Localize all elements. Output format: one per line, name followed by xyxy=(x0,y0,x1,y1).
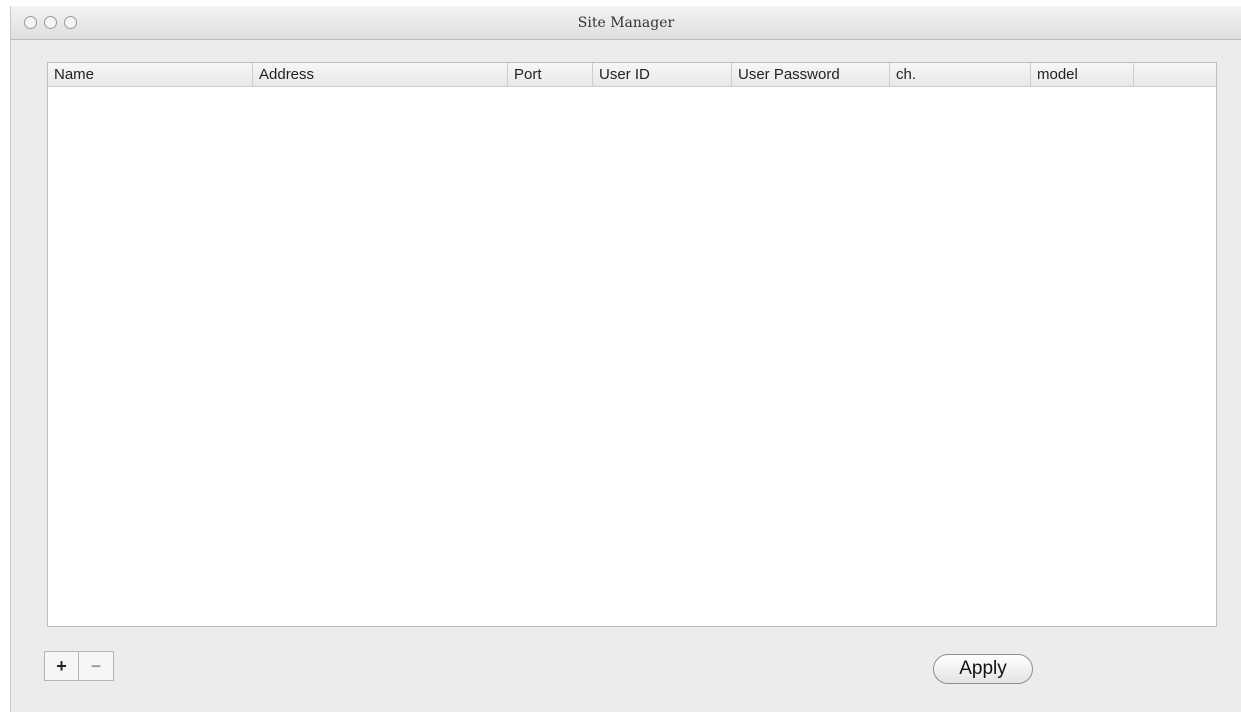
column-header-port[interactable]: Port xyxy=(508,63,593,86)
window-title: Site Manager xyxy=(577,15,675,31)
table-body[interactable] xyxy=(48,87,1216,626)
remove-site-button[interactable]: − xyxy=(79,652,113,680)
table-header: Name Address Port User ID User Password … xyxy=(48,63,1216,87)
add-site-button[interactable]: + xyxy=(45,652,79,680)
column-header-model[interactable]: model xyxy=(1031,63,1134,86)
column-header-user-id[interactable]: User ID xyxy=(593,63,732,86)
add-remove-group: + − xyxy=(44,651,114,681)
column-header-user-password[interactable]: User Password xyxy=(732,63,890,86)
site-table[interactable]: Name Address Port User ID User Password … xyxy=(47,62,1217,627)
title-bar: Site Manager xyxy=(11,6,1241,40)
apply-button[interactable]: Apply xyxy=(933,654,1033,684)
column-header-channel[interactable]: ch. xyxy=(890,63,1031,86)
column-header-name[interactable]: Name xyxy=(48,63,253,86)
column-header-empty xyxy=(1134,63,1216,86)
site-manager-window: Site Manager Name Address Port User ID U… xyxy=(10,6,1241,712)
column-header-address[interactable]: Address xyxy=(253,63,508,86)
